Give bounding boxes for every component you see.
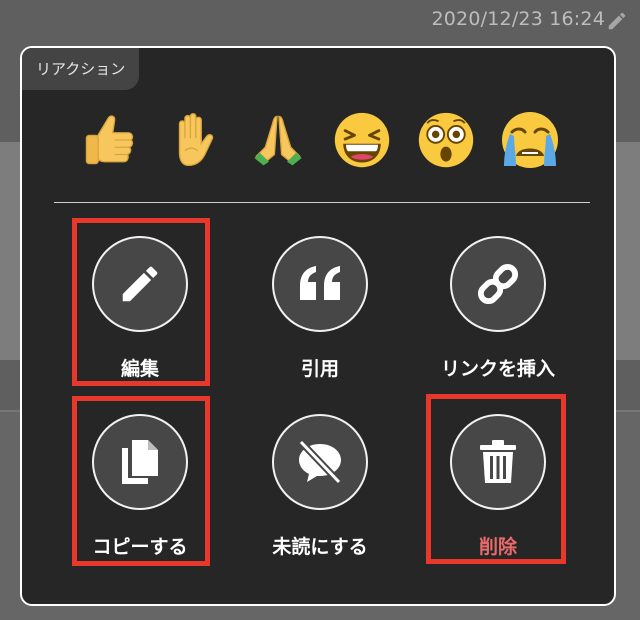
mark-unread-circle [272, 414, 368, 510]
astonished-face-emoji [418, 112, 474, 168]
grinning-squinting-face-emoji [334, 112, 390, 168]
section-divider [54, 202, 590, 203]
folded-hands-emoji [254, 115, 302, 166]
edit-label: 編集 [120, 358, 159, 380]
copy-circle [92, 414, 188, 510]
copy-icon [122, 440, 158, 484]
reaction-raised-hand[interactable] [162, 108, 226, 172]
insert-link-circle [450, 236, 546, 332]
message-timestamp: 2020/12/23 16:24 [431, 8, 605, 30]
reaction-folded-hands[interactable] [246, 108, 310, 172]
delete-circle [450, 414, 546, 510]
edit-button[interactable]: 編集 [72, 222, 208, 388]
unread-icon [298, 439, 342, 485]
delete-button[interactable]: 削除 [430, 400, 566, 566]
reaction-tab[interactable]: リアクション [22, 48, 140, 90]
link-icon [477, 263, 519, 305]
reaction-grinning-squinting[interactable] [330, 108, 394, 172]
reaction-row [78, 108, 568, 178]
quote-icon [300, 266, 340, 300]
quote-circle [272, 236, 368, 332]
trash-icon [480, 440, 516, 483]
mark-unread-label: 未読にする [272, 536, 368, 558]
thumbs-up-emoji [85, 115, 134, 165]
reaction-astonished[interactable] [414, 108, 478, 172]
loudly-crying-face-emoji [502, 112, 558, 168]
insert-link-button[interactable]: リンクを挿入 [430, 222, 566, 388]
edit-circle [92, 236, 188, 332]
pencil-icon[interactable] [606, 10, 628, 32]
copy-label: コピーする [92, 536, 188, 558]
pencil-icon [122, 266, 158, 302]
insert-link-label: リンクを挿入 [440, 358, 555, 380]
copy-button[interactable]: コピーする [72, 400, 208, 566]
action-panel: リアクション 編集 引用 リンクを挿入 コピーする 未読にする 削除 [20, 46, 616, 606]
quote-button[interactable]: 引用 [252, 222, 388, 388]
quote-label: 引用 [300, 358, 339, 380]
delete-label: 削除 [478, 536, 517, 558]
reaction-thumbs-up[interactable] [78, 108, 142, 172]
mark-unread-button[interactable]: 未読にする [252, 400, 388, 566]
reaction-crying[interactable] [498, 108, 562, 172]
raised-hand-emoji [178, 113, 214, 167]
